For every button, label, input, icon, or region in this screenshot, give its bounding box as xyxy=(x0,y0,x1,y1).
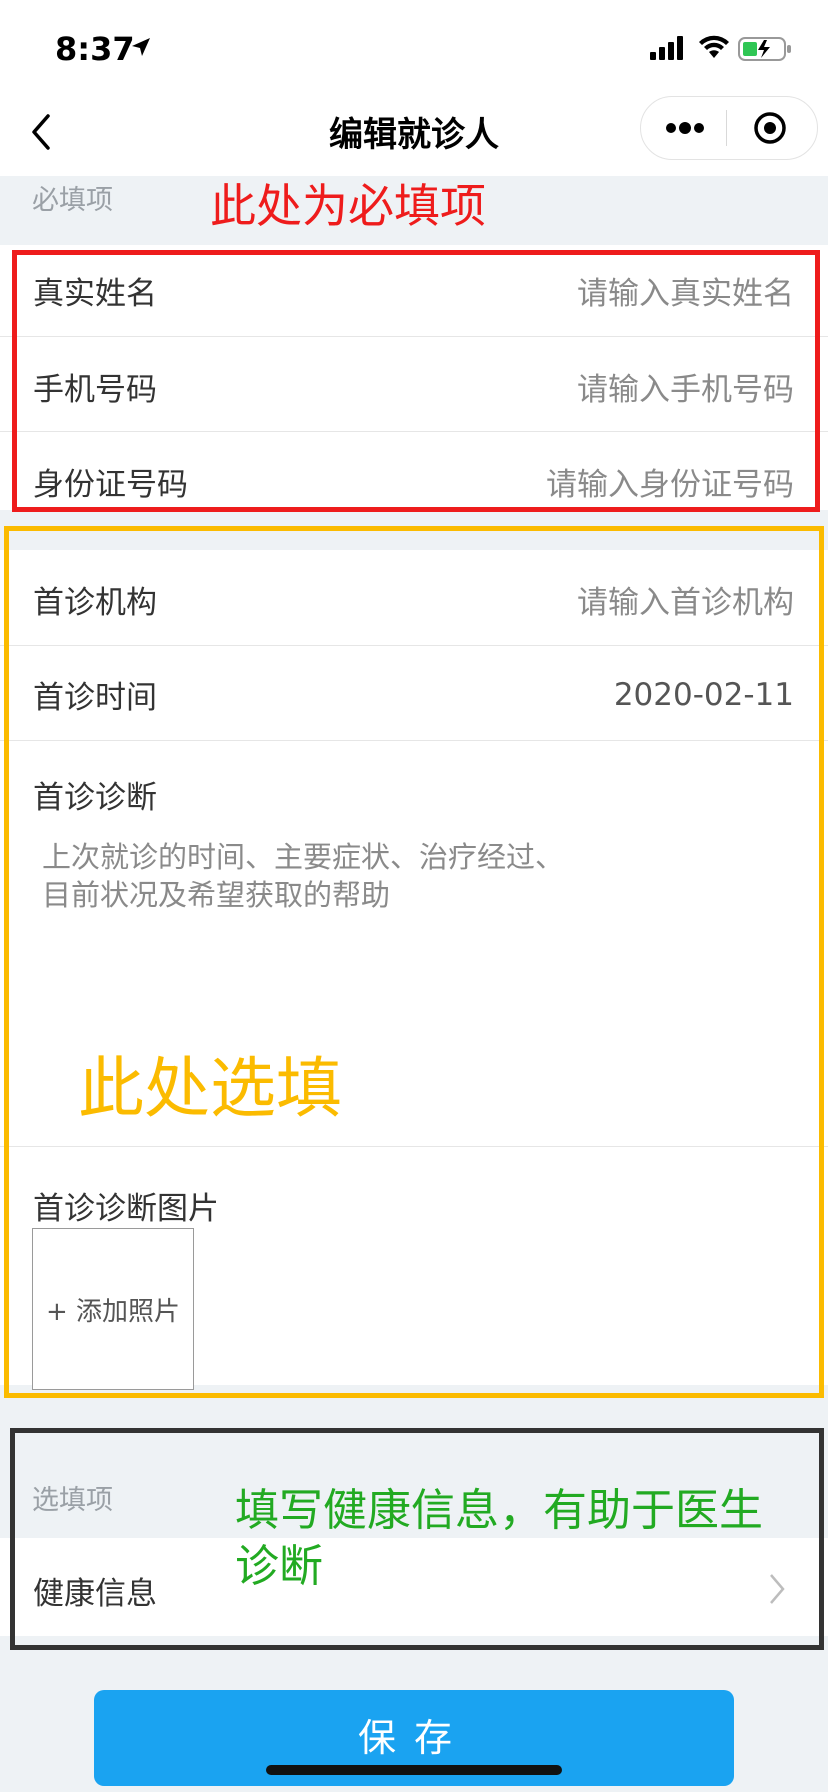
wifi-icon xyxy=(699,35,729,58)
close-program-icon[interactable] xyxy=(752,110,788,146)
required-annotation: 此处为必填项 xyxy=(210,179,486,233)
home-indicator xyxy=(266,1765,562,1775)
more-options-icon[interactable] xyxy=(665,120,705,136)
location-arrow-icon xyxy=(132,38,150,56)
cellular-signal-icon xyxy=(650,36,683,60)
optional-highlight-box xyxy=(4,526,824,1398)
capsule-divider xyxy=(726,110,727,146)
required-highlight-box xyxy=(12,250,820,512)
status-bar: 8:37 xyxy=(0,0,828,100)
required-section-label: 必填项 xyxy=(32,185,113,216)
health-highlight-box xyxy=(10,1428,824,1650)
battery-charging-icon xyxy=(738,37,791,61)
status-time: 8:37 xyxy=(55,30,135,68)
